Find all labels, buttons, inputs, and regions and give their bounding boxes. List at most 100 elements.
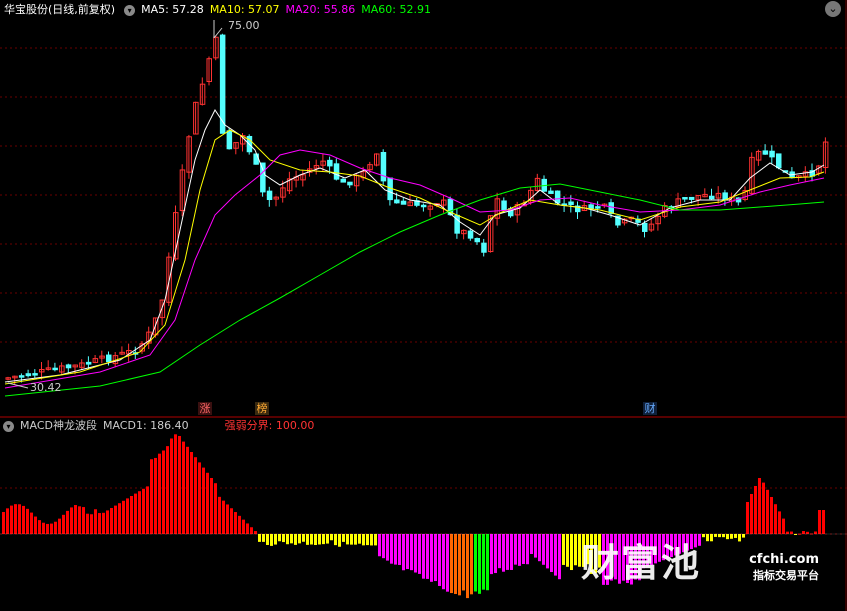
- macd-bar: [434, 534, 437, 582]
- candle-body: [548, 190, 554, 194]
- macd-bar: [318, 534, 321, 545]
- macd-bar: [182, 441, 185, 534]
- candle-body: [32, 373, 38, 376]
- macd-bar: [246, 523, 249, 534]
- macd-bar: [446, 534, 449, 592]
- chart-window: 华宝股份(日线,前复权) ▾ MA5: 57.28 MA10: 57.07 MA20: …: [0, 0, 847, 611]
- macd-bar: [362, 534, 365, 546]
- macd-bar: [306, 534, 309, 545]
- macd-bar: [354, 534, 357, 545]
- macd-bar: [30, 512, 33, 534]
- macd-bar: [514, 534, 517, 565]
- candle-body: [769, 150, 775, 158]
- macd-bar: [226, 504, 229, 534]
- event-mark-zhang[interactable]: 涨: [198, 402, 212, 415]
- candle-body: [688, 196, 695, 200]
- macd-bar: [94, 509, 97, 534]
- macd-bar: [754, 486, 757, 534]
- candle-body: [347, 181, 353, 186]
- macd-bar: [134, 493, 137, 534]
- candle-body: [709, 195, 715, 200]
- macd-bar: [710, 534, 713, 542]
- macd-bar: [194, 457, 197, 534]
- macd-bar: [538, 534, 541, 562]
- macd-bar: [818, 510, 821, 534]
- macd-bar: [490, 534, 493, 575]
- macd-bar: [562, 534, 565, 565]
- high-price-label: 75.00: [228, 19, 260, 32]
- macd-bar: [738, 534, 741, 542]
- macd-bar: [114, 505, 117, 534]
- macd-bar: [342, 534, 345, 542]
- macd-bar: [382, 534, 385, 559]
- macd-bar: [454, 534, 457, 595]
- candle-body: [266, 190, 273, 201]
- candle-body: [481, 242, 487, 253]
- macd-bar: [486, 534, 489, 591]
- macd-bar: [18, 504, 21, 534]
- macd-bar: [542, 534, 545, 565]
- ma60-line: [4, 183, 825, 397]
- macd-bar: [526, 534, 529, 565]
- macd-bar: [398, 534, 401, 565]
- macd-bar: [746, 502, 749, 534]
- event-mark-bang[interactable]: 榜: [255, 402, 269, 415]
- collapse-circle-icon[interactable]: ⌄: [825, 1, 841, 17]
- candle-body: [568, 201, 574, 206]
- macd-bar: [206, 472, 209, 534]
- macd-bar: [550, 534, 553, 572]
- indicator-settings-icon[interactable]: ▾: [3, 420, 14, 432]
- macd-bar: [210, 478, 213, 534]
- macd-bar: [478, 534, 481, 594]
- macd-bar: [774, 504, 777, 534]
- macd-bar: [34, 516, 37, 534]
- candle-body: [400, 200, 407, 205]
- macd-bar: [374, 534, 377, 546]
- low-price-label: 30.42: [30, 381, 62, 394]
- macd-bar: [822, 510, 825, 534]
- macd-bar: [714, 534, 717, 537]
- macd-bar: [734, 534, 737, 538]
- macd-bar: [62, 514, 65, 534]
- macd-bar: [86, 513, 89, 534]
- macd-bar: [154, 457, 157, 534]
- ma5-line: [4, 109, 825, 383]
- macd-bar: [6, 508, 9, 534]
- macd-bar: [370, 534, 373, 546]
- macd-bar: [314, 534, 317, 546]
- macd-bar: [470, 534, 473, 595]
- settings-circle-icon[interactable]: ▾: [124, 4, 136, 16]
- macd-bar: [546, 534, 549, 569]
- macd-bar: [122, 500, 125, 534]
- macd-bar: [762, 482, 765, 534]
- macd-bar: [338, 534, 341, 547]
- macd-bar: [50, 523, 53, 534]
- macd-bar: [98, 513, 101, 534]
- macd-bar: [510, 534, 513, 570]
- macd-bar: [198, 462, 201, 534]
- macd-bar: [346, 534, 349, 545]
- macd-bar: [518, 534, 521, 566]
- event-mark-cai[interactable]: 财: [643, 402, 657, 415]
- macd-bar: [802, 531, 805, 534]
- ma10-line: [4, 129, 825, 385]
- macd-bar: [570, 534, 573, 571]
- macd-bar: [574, 534, 577, 566]
- macd-bar: [522, 534, 525, 565]
- macd-bar: [450, 534, 453, 594]
- macd-bar: [790, 531, 793, 534]
- macd-bar: [506, 534, 509, 570]
- candle-body: [420, 204, 427, 208]
- candle-body: [65, 364, 72, 369]
- macd-bar: [126, 498, 129, 534]
- watermark-site: cfchi.com: [749, 552, 819, 567]
- macd-bar: [54, 521, 57, 534]
- indicator-panel-header: ▾ MACD神龙波段 MACD1: 186.40 强弱分界: 100.00: [0, 417, 320, 435]
- macd-bar: [110, 508, 113, 534]
- macd-bar: [310, 534, 313, 545]
- macd-bar: [254, 531, 257, 534]
- macd-bar: [90, 514, 93, 534]
- candle-body: [340, 178, 346, 183]
- macd-bar: [242, 519, 245, 534]
- candle-body: [327, 159, 333, 167]
